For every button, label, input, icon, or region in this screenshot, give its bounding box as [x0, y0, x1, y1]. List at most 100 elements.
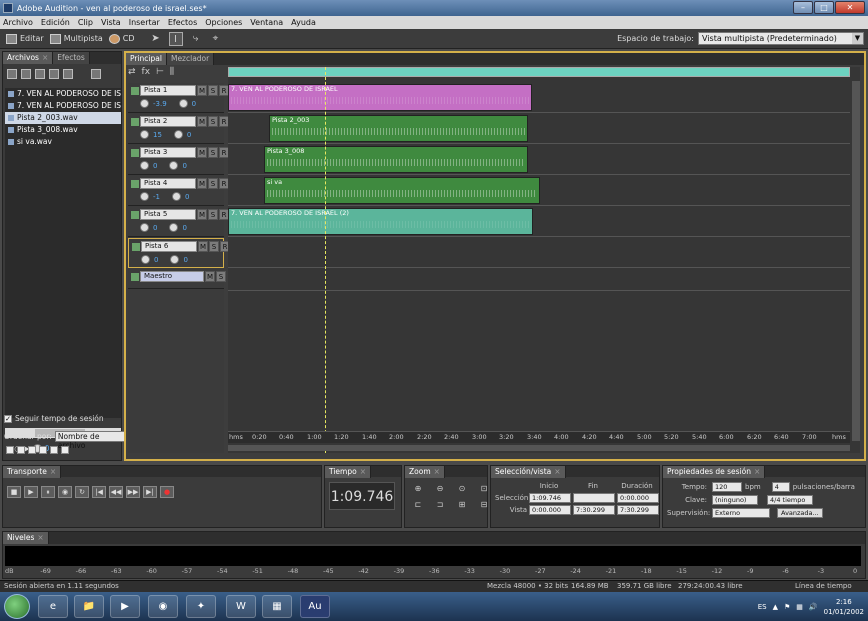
track-header-4[interactable]: Pista 4 M S R -1 0: [128, 176, 229, 206]
pan-knob[interactable]: [169, 161, 179, 170]
track-name-field[interactable]: Pista 6: [132, 241, 197, 252]
word-icon[interactable]: W: [226, 595, 256, 618]
volume-knob[interactable]: [140, 99, 149, 108]
track-name-field[interactable]: Pista 1: [131, 85, 196, 96]
go-to-start-button[interactable]: |◀: [92, 486, 106, 498]
tab-efectos[interactable]: Efectos: [53, 52, 90, 64]
clock[interactable]: 2:16 01/01/2002: [824, 597, 864, 617]
tempo-field[interactable]: 120: [712, 481, 742, 492]
app-icon[interactable]: ✦: [186, 595, 216, 618]
solo-button[interactable]: S: [208, 85, 218, 96]
menu-ventana[interactable]: Ventana: [250, 18, 283, 27]
list-item[interactable]: Pista 3_008.wav: [5, 124, 121, 136]
hybrid-tool-icon[interactable]: ⤷: [189, 32, 203, 46]
menu-archivo[interactable]: Archivo: [3, 18, 33, 27]
mute-button[interactable]: M: [197, 85, 207, 96]
list-item[interactable]: 7. VEN AL PODEROSO DE ISRAEL: [5, 100, 121, 112]
window-icon[interactable]: ▦: [262, 595, 292, 618]
close-button[interactable]: ✕: [835, 1, 865, 14]
play-from-cursor-button[interactable]: ◉: [58, 486, 72, 498]
menu-efectos[interactable]: Efectos: [168, 18, 197, 27]
audio-clip[interactable]: si va: [264, 177, 540, 204]
record-button[interactable]: ●: [160, 486, 174, 498]
track-header-master[interactable]: Maestro M S: [128, 269, 226, 289]
list-item[interactable]: Pista 2_003.wav: [5, 112, 121, 124]
volume-icon[interactable]: 🔊: [809, 603, 818, 611]
lane-3[interactable]: Pista 3_008: [228, 145, 850, 175]
tab-transporte[interactable]: Transporte ×: [3, 466, 62, 478]
volume-knob[interactable]: [140, 130, 149, 139]
play-file-icon[interactable]: [63, 69, 73, 79]
go-to-end-button[interactable]: ▶|: [143, 486, 157, 498]
filter-extra-icon[interactable]: [50, 446, 58, 454]
solo-button[interactable]: S: [208, 209, 218, 220]
filter-video-icon[interactable]: [28, 446, 36, 454]
workspace-select[interactable]: Vista multipista (Predeterminado) ▼: [698, 32, 864, 45]
track-name-field[interactable]: Pista 4: [131, 178, 196, 189]
audition-icon[interactable]: Au: [300, 595, 330, 618]
time-signature-select[interactable]: 4/4 tiempo: [767, 494, 813, 505]
sort-select[interactable]: Nombre de archivo: [54, 431, 129, 450]
multitrack-view-button[interactable]: Multipista: [49, 33, 103, 44]
volume-knob[interactable]: [140, 223, 149, 232]
play-button[interactable]: ▶: [24, 486, 38, 498]
audio-clip[interactable]: Pista 3_008: [264, 146, 528, 173]
menu-edicion[interactable]: Edición: [41, 18, 70, 27]
pan-knob[interactable]: [173, 130, 183, 139]
session-overview-bar[interactable]: [228, 67, 850, 77]
tab-principal[interactable]: Principal: [126, 53, 167, 65]
solo-button[interactable]: S: [208, 147, 218, 158]
volume-knob[interactable]: [140, 161, 149, 170]
tab-archivos[interactable]: Archivos ×: [3, 52, 54, 64]
tray-arrow-icon[interactable]: ▲: [773, 603, 778, 611]
master-track-name[interactable]: Maestro: [131, 271, 204, 282]
mute-button[interactable]: M: [197, 178, 207, 189]
view-start-field[interactable]: 0:00.000: [529, 505, 571, 515]
insert-into-multitrack-icon[interactable]: [35, 69, 45, 79]
move-tool-icon[interactable]: ➤: [149, 32, 163, 46]
solo-button[interactable]: S: [216, 271, 226, 282]
mute-button[interactable]: M: [197, 147, 207, 158]
filter-midi-icon[interactable]: [17, 446, 25, 454]
flag-icon[interactable]: ⚑: [784, 603, 790, 611]
start-button[interactable]: [4, 594, 30, 619]
track-header-2[interactable]: Pista 2 M S R 15 0: [128, 114, 229, 144]
mute-button[interactable]: M: [197, 209, 207, 220]
menu-opciones[interactable]: Opciones: [205, 18, 242, 27]
zoom-in-vertical-icon[interactable]: ⊞: [455, 500, 469, 512]
solo-button[interactable]: S: [208, 116, 218, 127]
edit-file-icon[interactable]: [49, 69, 59, 79]
filter-loop-icon[interactable]: [39, 446, 47, 454]
loop-button[interactable]: ↻: [75, 486, 89, 498]
tab-mezclador[interactable]: Mezclador: [166, 53, 215, 65]
selection-duration-field[interactable]: 0:00.000: [617, 493, 659, 503]
list-item[interactable]: 7. VEN AL PODEROSO DE ISRAEL: [5, 88, 121, 100]
pan-knob[interactable]: [178, 99, 188, 108]
volume-knob[interactable]: [140, 192, 149, 201]
filter-wave-icon[interactable]: [6, 446, 14, 454]
import-file-icon[interactable]: [7, 69, 17, 79]
key-select[interactable]: (ninguno): [712, 494, 758, 505]
track-header-3[interactable]: Pista 3 M S R 0 0: [128, 145, 229, 175]
selection-end-field[interactable]: [573, 493, 615, 503]
timeline-area[interactable]: 7. VEN AL PODEROSO DE ISRAEL Pista 2_003…: [228, 67, 860, 453]
tab-niveles[interactable]: Niveles ×: [3, 532, 49, 544]
time-selection-tool-icon[interactable]: I: [168, 31, 183, 46]
selection-start-field[interactable]: 1:09.746: [529, 493, 571, 503]
tab-seleccion-vista[interactable]: Selección/vista ×: [491, 466, 566, 478]
beats-per-bar-field[interactable]: 4: [771, 481, 790, 492]
zoom-right-icon[interactable]: ⊐: [433, 500, 447, 512]
audio-clip[interactable]: 7. VEN AL PODEROSO DE ISRAEL: [228, 84, 532, 111]
scrub-tool-icon[interactable]: ⌖: [209, 32, 223, 46]
solo-button[interactable]: S: [209, 241, 219, 252]
maximize-button[interactable]: □: [814, 1, 834, 14]
edit-view-button[interactable]: Editar: [6, 33, 44, 44]
stop-button[interactable]: ■: [7, 486, 21, 498]
network-icon[interactable]: ▦: [796, 603, 803, 611]
lane-6[interactable]: [228, 238, 850, 268]
menu-clip[interactable]: Clip: [78, 18, 93, 27]
advanced-button[interactable]: Avanzada...: [777, 507, 823, 518]
solo-button[interactable]: S: [208, 178, 218, 189]
menu-vista[interactable]: Vista: [101, 18, 121, 27]
list-item[interactable]: si va.wav: [5, 136, 121, 148]
